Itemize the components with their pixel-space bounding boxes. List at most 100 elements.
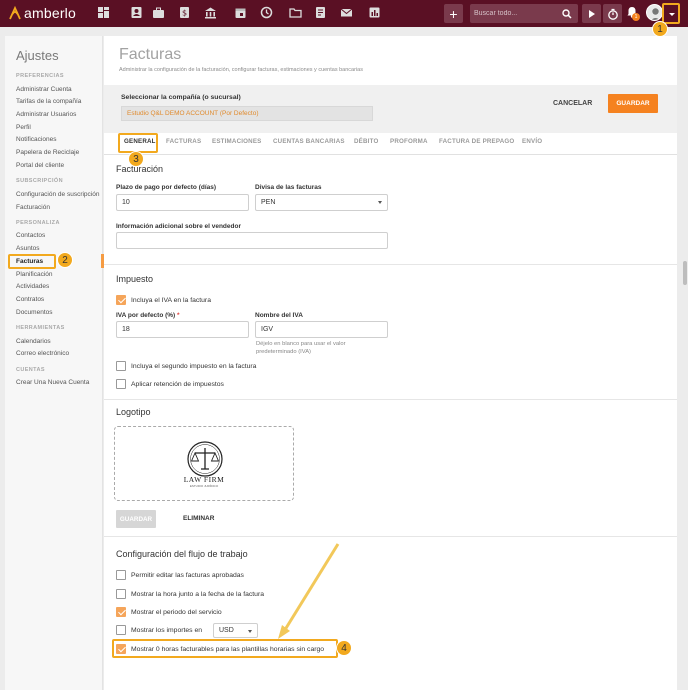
logo-delete-button[interactable]: ELIMINAR (183, 515, 214, 522)
sidebar-item-usuarios[interactable]: Administrar Usuarios (16, 111, 76, 118)
section-divider (104, 536, 677, 537)
edit-approved-label: Permitir editar las facturas aprobadas (131, 572, 244, 579)
save-button[interactable]: GUARDAR (608, 94, 658, 113)
sidebar-item-perfil[interactable]: Perfil (16, 124, 31, 131)
sidebar-item-calendarios[interactable]: Calendarios (16, 338, 51, 345)
callout-badge-4: 4 (336, 640, 352, 656)
tab-debito[interactable]: DÉBITO (354, 138, 378, 145)
vendor-info-input[interactable] (116, 232, 388, 249)
sidebar-item-notificaciones[interactable]: Notificaciones (16, 136, 56, 143)
page-scrollbar[interactable] (682, 36, 688, 690)
payment-term-input[interactable]: 10 (116, 194, 249, 211)
iva-default-label-text: IVA por defecto (%) (116, 312, 176, 319)
logo-upload-area[interactable]: LAW FIRM ESTUDIO JURÍDICO (114, 426, 294, 501)
currency-label: Divisa de las facturas (255, 184, 322, 191)
tab-proforma[interactable]: PROFORMA (390, 138, 428, 145)
avatar-person-icon (651, 8, 660, 20)
search-button[interactable] (556, 4, 578, 23)
company-label: Seleccionar la compañía (o sucursal) (121, 94, 241, 101)
notification-count-badge: 1 (632, 13, 640, 21)
billing-icon[interactable]: $ (178, 6, 191, 19)
contacts-icon[interactable] (130, 6, 143, 19)
sidebar-item-correo[interactable]: Correo electrónico (16, 350, 69, 357)
search-input[interactable] (474, 4, 554, 23)
show-time-checkbox[interactable] (116, 589, 126, 599)
section-title-workflow: Configuración del flujo de trabajo (116, 549, 248, 559)
iva-name-label: Nombre del IVA (255, 312, 303, 319)
sidebar-item-papelera[interactable]: Papelera de Reciclaje (16, 149, 79, 156)
brand-logo[interactable]: amberlo (9, 5, 76, 21)
sidebar-item-documentos[interactable]: Documentos (16, 309, 53, 316)
sidebar-item-crear-cuenta[interactable]: Crear Una Nueva Cuenta (16, 379, 89, 386)
plus-icon: + (449, 5, 458, 22)
brand-name: amberlo (24, 5, 76, 21)
briefcase-icon[interactable] (152, 6, 165, 19)
dashboard-icon[interactable] (97, 6, 110, 19)
scrollbar-thumb[interactable] (683, 261, 687, 285)
amount-currency-value: USD (219, 627, 234, 634)
show-amounts-checkbox[interactable] (116, 625, 126, 635)
sidebar-item-tarifas[interactable]: Tarifas de la compañía (16, 98, 81, 105)
settings-tabs: GENERAL FACTURAS ESTIMACIONES CUENTAS BA… (104, 133, 677, 155)
amount-currency-select[interactable]: USD (213, 623, 258, 638)
settings-sidebar: Ajustes PREFERENCIAS Administrar Cuenta … (5, 36, 104, 690)
withholding-label: Aplicar retención de impuestos (131, 381, 224, 388)
callout-highlight-3 (118, 133, 158, 153)
tab-envio[interactable]: ENVÍO (522, 138, 542, 145)
tab-estimaciones[interactable]: ESTIMACIONES (212, 138, 262, 145)
add-new-button[interactable]: + (444, 4, 463, 23)
withholding-checkbox[interactable] (116, 379, 126, 389)
callout-highlight-2 (8, 254, 56, 269)
amberlo-logo-icon (9, 6, 21, 20)
notifications-button[interactable]: 1 (627, 6, 640, 21)
user-avatar[interactable] (646, 4, 663, 21)
sidebar-item-contratos[interactable]: Contratos (16, 296, 44, 303)
sidebar-item-facturacion[interactable]: Facturación (16, 204, 50, 211)
payment-term-label: Plazo de pago por defecto (días) (116, 184, 217, 191)
page-title: Facturas (119, 46, 182, 63)
invoice-settings-panel: Facturas Administrar la configuración de… (104, 36, 677, 690)
sidebar-heading-subscripcion: SUBSCRIPCIÓN (16, 178, 63, 184)
second-tax-checkbox[interactable] (116, 361, 126, 371)
show-service-period-checkbox[interactable] (116, 607, 126, 617)
start-timer-button[interactable] (582, 4, 601, 23)
iva-default-input[interactable]: 18 (116, 321, 249, 338)
tab-cuentas-bancarias[interactable]: CUENTAS BANCARIAS (273, 138, 345, 145)
timers-button[interactable] (603, 4, 622, 23)
time-history-icon[interactable] (260, 6, 273, 19)
sidebar-item-planificacion[interactable]: Planificación (16, 271, 53, 278)
bank-icon[interactable] (204, 6, 217, 19)
cancel-button[interactable]: CANCELAR (553, 100, 592, 107)
logo-save-button[interactable]: GUARDAR (116, 510, 156, 528)
iva-name-help: Déjelo en blanco para usar el valor pred… (256, 341, 346, 355)
company-select[interactable]: Estudio Q&L DEMO ACCOUNT (Por Defecto) (121, 106, 373, 121)
callout-highlight-1 (662, 3, 680, 24)
sidebar-item-actividades[interactable]: Actividades (16, 283, 49, 290)
required-mark: * (177, 312, 180, 319)
calendar-icon[interactable] (234, 6, 247, 19)
show-amounts-label: Mostrar los importes en (131, 627, 203, 634)
callout-badge-3: 3 (128, 151, 144, 167)
currency-select[interactable]: PEN (255, 194, 388, 211)
sidebar-item-config-suscripcion[interactable]: Configuración de suscripción (16, 191, 99, 198)
tab-factura-prepago[interactable]: FACTURA DE PREPAGO (439, 138, 514, 145)
include-iva-checkbox[interactable] (116, 295, 126, 305)
sidebar-item-contactos[interactable]: Contactos (16, 232, 45, 239)
sidebar-heading-herramientas: HERRAMIENTAS (16, 325, 65, 331)
folder-icon[interactable] (289, 6, 302, 19)
edit-approved-checkbox[interactable] (116, 570, 126, 580)
iva-name-input[interactable]: IGV (255, 321, 388, 338)
caret-down-icon (378, 201, 382, 204)
sidebar-item-administrar-cuenta[interactable]: Administrar Cuenta (16, 86, 72, 93)
mail-icon[interactable] (340, 6, 353, 19)
sidebar-item-portal-cliente[interactable]: Portal del cliente (16, 162, 64, 169)
section-divider (104, 399, 677, 400)
top-navigation-bar: amberlo $ + 1 (0, 0, 688, 27)
svg-text:$: $ (182, 9, 187, 18)
sidebar-item-asuntos[interactable]: Asuntos (16, 245, 40, 252)
second-tax-label: Incluya el segundo impuesto en la factur… (131, 363, 257, 370)
reports-icon[interactable] (368, 6, 381, 19)
documents-icon[interactable] (314, 6, 327, 19)
tab-facturas[interactable]: FACTURAS (166, 138, 201, 145)
callout-badge-2: 2 (57, 252, 73, 268)
